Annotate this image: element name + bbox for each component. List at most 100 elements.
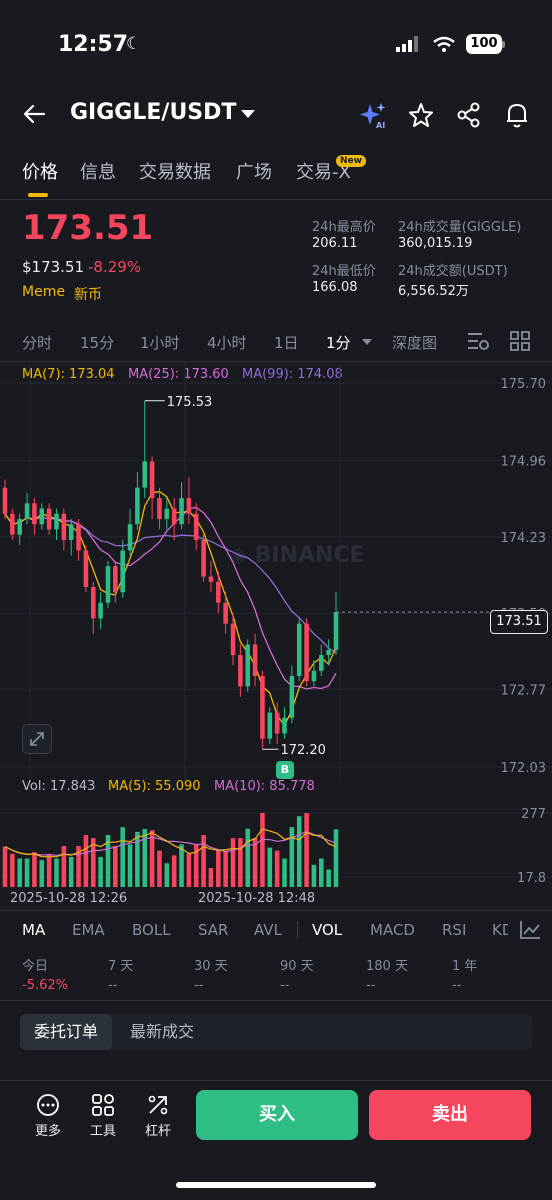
- candle-body: [46, 508, 52, 530]
- ind-avl[interactable]: AVL: [254, 921, 282, 939]
- indicator-chart-icon[interactable]: [518, 919, 542, 941]
- leverage-icon[interactable]: [138, 1093, 178, 1122]
- candle-body: [267, 712, 273, 739]
- candle-body: [333, 612, 339, 650]
- ind-boll[interactable]: BOLL: [132, 921, 171, 939]
- volume-bar: [274, 850, 280, 887]
- tf-4h[interactable]: 4小时: [207, 332, 247, 353]
- divider: [0, 910, 552, 911]
- stat-high-label: 24h最高价: [312, 220, 376, 235]
- share-icon[interactable]: [456, 102, 482, 128]
- candle-body: [245, 644, 251, 687]
- price-change: -8.29%: [88, 258, 142, 276]
- star-icon[interactable]: [408, 102, 434, 128]
- tools-icon[interactable]: [83, 1093, 123, 1122]
- layout-grid-icon[interactable]: [510, 331, 530, 351]
- tag-new-coin[interactable]: 新币: [74, 284, 102, 304]
- ai-sparkle-icon[interactable]: AI: [358, 101, 388, 129]
- candle-body: [164, 508, 170, 520]
- tf-dropdown-icon[interactable]: [361, 338, 373, 346]
- time-label-start: 2025-10-28 12:26: [10, 891, 128, 906]
- buy-button[interactable]: 买入: [196, 1090, 358, 1140]
- volume-bar: [216, 850, 221, 887]
- candle-body: [76, 524, 81, 551]
- perf-7d-label: 7 天: [108, 959, 134, 974]
- candle-body: [296, 623, 302, 676]
- tab-info[interactable]: 信息: [80, 158, 116, 184]
- pair-title[interactable]: GIGGLE/USDT: [70, 100, 236, 125]
- tab-trading-data[interactable]: 交易数据: [139, 158, 211, 184]
- tf-1d[interactable]: 1日: [274, 332, 299, 353]
- volume-bar: [142, 829, 148, 887]
- candle-body: [179, 498, 184, 525]
- vol-y-tick: 17.8: [517, 871, 546, 886]
- candle-body: [274, 712, 280, 734]
- ind-ema[interactable]: EMA: [72, 921, 105, 939]
- volume-bar: [223, 850, 228, 887]
- volume-bar: [98, 856, 103, 887]
- volume-bar: [157, 850, 162, 887]
- current-price-tag: 173.51: [490, 610, 548, 634]
- chart-settings-icon[interactable]: [466, 330, 490, 352]
- vol-ma5-line: [4, 828, 337, 858]
- ind-rsi[interactable]: RSI: [442, 921, 466, 939]
- tab-open-orders[interactable]: 委托订单: [20, 1014, 112, 1050]
- volume-bar: [208, 867, 214, 887]
- candlestick-chart[interactable]: 175.70174.96174.23173.50172.77172.03◈ BI…: [0, 362, 552, 782]
- candle-body: [24, 503, 30, 520]
- volume-bar: [120, 827, 125, 887]
- tools-label[interactable]: 工具: [83, 1120, 123, 1139]
- candle-body: [282, 717, 287, 734]
- candle-body: [289, 675, 295, 718]
- ind-vol[interactable]: VOL: [312, 921, 342, 939]
- volume-bar: [10, 853, 15, 887]
- tf-line[interactable]: 分时: [22, 332, 52, 353]
- ma99-line: [4, 513, 337, 654]
- moon-icon: ☾: [126, 34, 142, 54]
- perf-today-value: -5.62%: [22, 978, 68, 993]
- candle-body: [17, 519, 22, 535]
- stat-vol-value: 360,015.19: [398, 236, 473, 251]
- home-indicator[interactable]: [176, 1182, 376, 1188]
- ind-kdj[interactable]: KD: [492, 921, 508, 939]
- more-icon[interactable]: [28, 1093, 68, 1122]
- y-tick-label: 175.70: [501, 377, 547, 392]
- back-arrow-icon[interactable]: [22, 103, 48, 125]
- chevron-down-icon[interactable]: [240, 108, 256, 120]
- volume-bar: [296, 816, 302, 887]
- tf-1h[interactable]: 1小时: [140, 332, 180, 353]
- volume-bar: [46, 853, 52, 887]
- fullscreen-button[interactable]: [22, 724, 52, 754]
- ind-macd[interactable]: MACD: [370, 921, 415, 939]
- tag-meme[interactable]: Meme: [22, 284, 65, 300]
- last-price: 173.51: [22, 208, 154, 248]
- perf-180d-value: --: [366, 978, 376, 993]
- candle-body: [326, 649, 331, 656]
- candle-body: [230, 623, 236, 656]
- vol-ma5-legend: MA(5): 55.090: [108, 779, 201, 794]
- tf-1m[interactable]: 1分: [326, 332, 351, 353]
- sell-button[interactable]: 卖出: [369, 1090, 531, 1140]
- candle-body: [127, 524, 133, 551]
- candle-body: [157, 498, 162, 520]
- leverage-label[interactable]: 杠杆: [138, 1120, 178, 1139]
- candle-body: [68, 524, 74, 540]
- ind-ma[interactable]: MA: [22, 921, 45, 939]
- high-annotation: 175.53: [167, 395, 213, 410]
- more-label[interactable]: 更多: [28, 1120, 68, 1139]
- bell-icon[interactable]: [504, 101, 530, 129]
- candle-body: [10, 513, 15, 535]
- perf-today-label: 今日: [22, 959, 49, 974]
- tab-square[interactable]: 广场: [236, 158, 272, 184]
- candle-body: [83, 550, 89, 588]
- tf-depth[interactable]: 深度图: [392, 332, 437, 353]
- tf-15m[interactable]: 15分: [80, 332, 114, 353]
- vol-legend: Vol: 17.843: [22, 779, 96, 794]
- tab-price[interactable]: 价格: [22, 158, 58, 184]
- volume-bar: [245, 828, 251, 887]
- candle-body: [186, 498, 192, 514]
- tab-recent-trades[interactable]: 最新成交: [130, 1014, 194, 1050]
- ind-sar[interactable]: SAR: [198, 921, 228, 939]
- perf-90d-label: 90 天: [280, 959, 314, 974]
- volume-bar: [304, 813, 309, 887]
